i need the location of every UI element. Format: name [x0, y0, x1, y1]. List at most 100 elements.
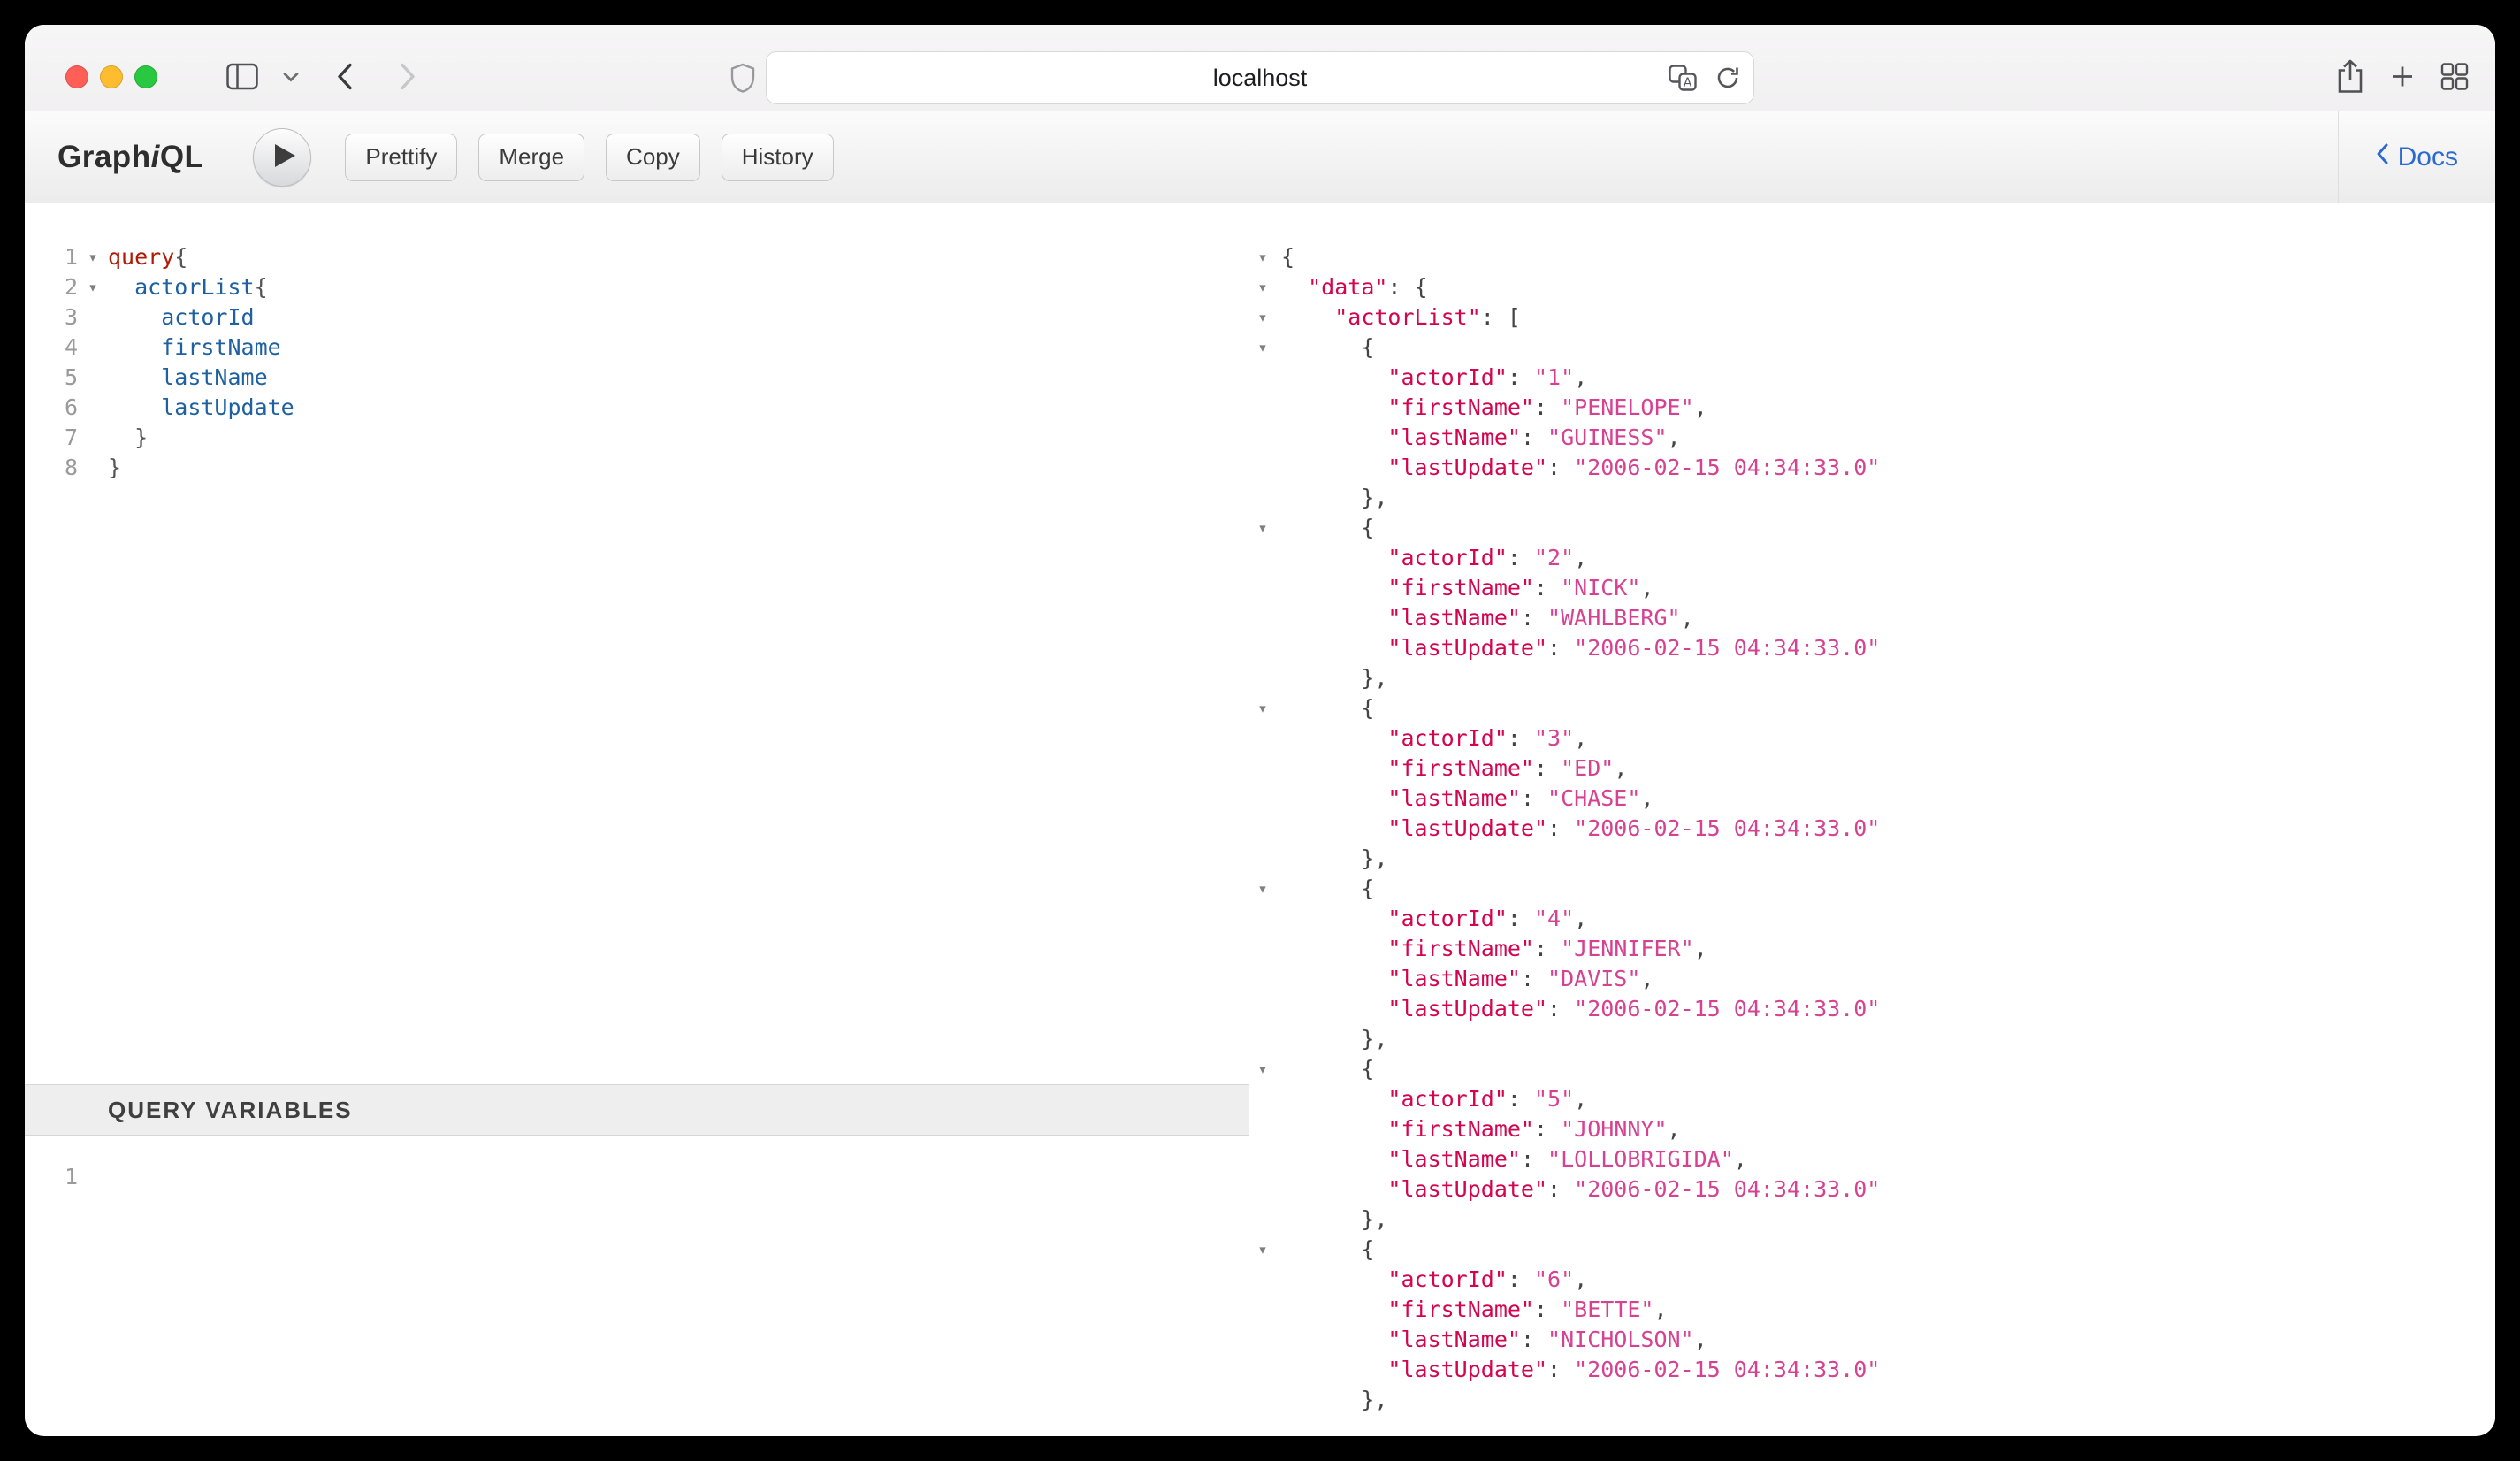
query-editor[interactable]: 1▾query{2▾ actorList{3 actorId4 firstNam… [25, 203, 1249, 1084]
code-text: "lastName": "CHASE", [1281, 784, 1653, 814]
chevron-left-icon [2376, 142, 2389, 172]
code-text: lastUpdate [108, 393, 294, 423]
code-text: "actorId": "3", [1281, 723, 1587, 753]
fold-toggle-icon[interactable]: ▾ [78, 242, 108, 272]
fold-toggle-icon[interactable]: ▾ [78, 272, 108, 302]
fold-toggle-icon[interactable]: ▾ [1249, 513, 1276, 543]
fold-toggle-icon[interactable]: ▾ [1249, 242, 1276, 272]
fold-gutter [1249, 1205, 1276, 1235]
code-text: { [1281, 1235, 1374, 1265]
browser-toolbar: localhost A [25, 25, 2495, 111]
history-button[interactable]: History [722, 134, 834, 181]
code-line: "lastName": "CHASE", [1249, 784, 2495, 814]
close-button[interactable] [65, 65, 88, 88]
toolbar-buttons: Prettify Merge Copy History [345, 134, 833, 181]
prettify-button[interactable]: Prettify [345, 134, 457, 181]
fold-gutter [1249, 453, 1276, 483]
sidebar-menu-button[interactable] [283, 72, 299, 85]
result-viewer[interactable]: ▾{▾ "data": {▾ "actorList": [▾ { "actorI… [1249, 203, 2495, 1434]
minimize-button[interactable] [100, 65, 123, 88]
fold-toggle-icon[interactable]: ▾ [1249, 302, 1276, 333]
fold-gutter [1249, 363, 1276, 393]
code-line: "lastName": "GUINESS", [1249, 423, 2495, 453]
fold-gutter [1249, 784, 1276, 814]
fold-toggle-icon[interactable]: ▾ [1249, 272, 1276, 302]
code-text: actorId [108, 302, 255, 333]
fold-toggle-icon[interactable]: ▾ [1249, 1235, 1276, 1265]
code-text: "firstName": "JOHNNY", [1281, 1114, 1681, 1144]
fold-gutter [1249, 814, 1276, 844]
code-text: "lastUpdate": "2006-02-15 04:34:33.0" [1281, 453, 1880, 483]
execute-query-button[interactable] [253, 128, 311, 187]
code-text: query{ [108, 242, 187, 272]
back-button[interactable] [336, 63, 353, 94]
code-text: }, [1281, 1024, 1387, 1054]
line-number: 7 [25, 423, 78, 453]
merge-button[interactable]: Merge [478, 134, 584, 181]
code-line: "lastUpdate": "2006-02-15 04:34:33.0" [1249, 1174, 2495, 1205]
address-bar[interactable]: localhost A [766, 51, 1754, 104]
code-text: "firstName": "ED", [1281, 753, 1627, 784]
code-line: "actorId": "5", [1249, 1084, 2495, 1114]
fold-gutter [1249, 753, 1276, 784]
code-text: { [1281, 1054, 1374, 1084]
line-number: 2 [25, 272, 78, 302]
code-text: "lastUpdate": "2006-02-15 04:34:33.0" [1281, 994, 1880, 1024]
fold-toggle-icon[interactable]: ▾ [1249, 1054, 1276, 1084]
code-text: "firstName": "NICK", [1281, 573, 1653, 603]
fold-gutter [1249, 423, 1276, 453]
address-bar-text: localhost [1213, 65, 1308, 92]
forward-button[interactable] [400, 63, 416, 94]
chevron-left-icon [336, 63, 353, 94]
zoom-button[interactable] [134, 65, 157, 88]
fold-gutter [1249, 393, 1276, 423]
fold-gutter [1249, 1385, 1276, 1415]
code-text: }, [1281, 844, 1387, 874]
code-text: { [1281, 693, 1374, 723]
code-line: ▾ { [1249, 333, 2495, 363]
share-icon [2336, 59, 2364, 97]
query-editor-lines: 1▾query{2▾ actorList{3 actorId4 firstNam… [25, 242, 1249, 483]
code-text: }, [1281, 1385, 1387, 1415]
code-line: ▾ "actorList": [ [1249, 302, 2495, 333]
code-line: "lastName": "LOLLOBRIGIDA", [1249, 1144, 2495, 1174]
code-line: ▾ { [1249, 1235, 2495, 1265]
new-tab-button[interactable] [2389, 64, 2416, 93]
query-variables-header[interactable]: QUERY VARIABLES [25, 1084, 1249, 1136]
code-line: "lastUpdate": "2006-02-15 04:34:33.0" [1249, 994, 2495, 1024]
fold-gutter [78, 393, 108, 423]
line-number: 1 [25, 1162, 78, 1192]
docs-label: Docs [2398, 142, 2458, 172]
reload-icon[interactable] [1714, 65, 1741, 91]
line-number: 6 [25, 393, 78, 423]
fold-gutter [1249, 934, 1276, 964]
code-line: "firstName": "PENELOPE", [1249, 393, 2495, 423]
fold-toggle-icon[interactable]: ▾ [1249, 693, 1276, 723]
code-line: "lastName": "DAVIS", [1249, 964, 2495, 994]
window-controls [65, 65, 157, 88]
docs-button[interactable]: Docs [2338, 111, 2495, 203]
code-text: }, [1281, 663, 1387, 693]
translate-icon[interactable]: A [1669, 65, 1697, 91]
result-lines: ▾{▾ "data": {▾ "actorList": [▾ { "actorI… [1249, 242, 2495, 1415]
code-text: "lastUpdate": "2006-02-15 04:34:33.0" [1281, 1355, 1880, 1385]
code-line: "firstName": "BETTE", [1249, 1295, 2495, 1325]
fold-toggle-icon[interactable]: ▾ [1249, 333, 1276, 363]
fold-toggle-icon[interactable]: ▾ [1249, 874, 1276, 904]
code-text: { [1281, 513, 1374, 543]
graphiql-content: 1▾query{2▾ actorList{3 actorId4 firstNam… [25, 203, 2495, 1434]
code-line: "firstName": "JOHNNY", [1249, 1114, 2495, 1144]
tab-overview-button[interactable] [2440, 63, 2469, 94]
code-text: }, [1281, 1205, 1387, 1235]
code-text: "lastUpdate": "2006-02-15 04:34:33.0" [1281, 1174, 1880, 1205]
copy-button[interactable]: Copy [606, 134, 700, 181]
code-line: 1▾query{ [25, 242, 1249, 272]
sidebar-toggle-button[interactable] [226, 64, 258, 93]
code-line: "lastUpdate": "2006-02-15 04:34:33.0" [1249, 814, 2495, 844]
fold-gutter [78, 363, 108, 393]
fold-gutter [1249, 964, 1276, 994]
variables-editor[interactable]: 1 [25, 1136, 1249, 1434]
share-button[interactable] [2336, 59, 2364, 97]
code-line: "firstName": "ED", [1249, 753, 2495, 784]
code-line: "actorId": "3", [1249, 723, 2495, 753]
